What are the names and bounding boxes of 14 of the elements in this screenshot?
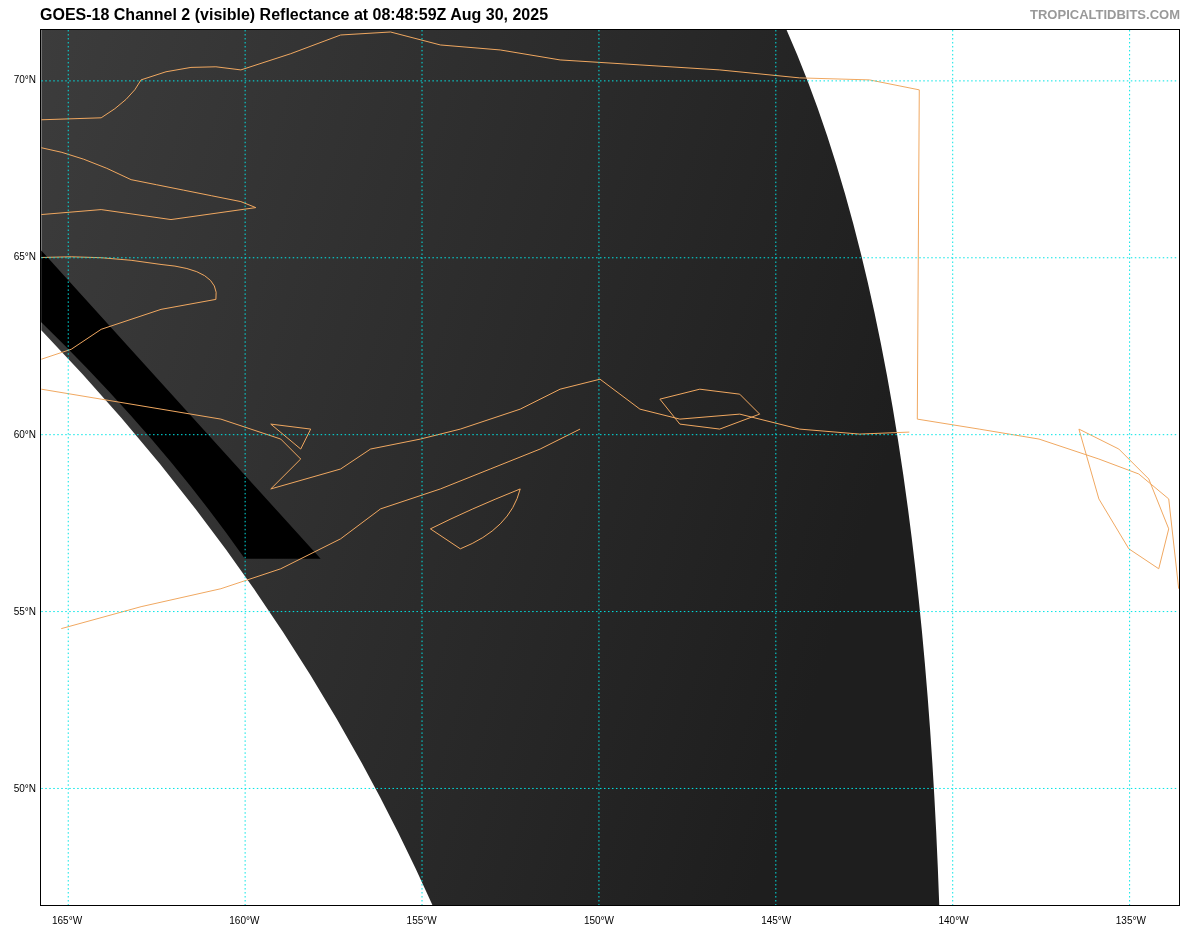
longitude-label: 165°W: [52, 915, 83, 926]
latitude-label: 65°N: [13, 251, 36, 263]
latitude-label: 55°N: [13, 605, 36, 617]
latitude-label: 60°N: [13, 428, 36, 440]
longitude-label: 150°W: [583, 915, 614, 926]
longitude-label: 155°W: [406, 915, 437, 926]
map-title: GOES-18 Channel 2 (visible) Reflectance at 08:48:59Z Aug 30, 2025: [40, 5, 549, 24]
longitude-label: 140°W: [938, 915, 969, 926]
site-credit: TROPICALTIDBITS.COM: [1030, 7, 1180, 22]
longitude-label: 145°W: [761, 915, 792, 926]
longitude-label: 135°W: [1115, 915, 1146, 926]
latitude-label: 70°N: [13, 74, 36, 85]
longitude-label: 160°W: [229, 915, 260, 926]
latitude-label: 50°N: [13, 783, 36, 795]
